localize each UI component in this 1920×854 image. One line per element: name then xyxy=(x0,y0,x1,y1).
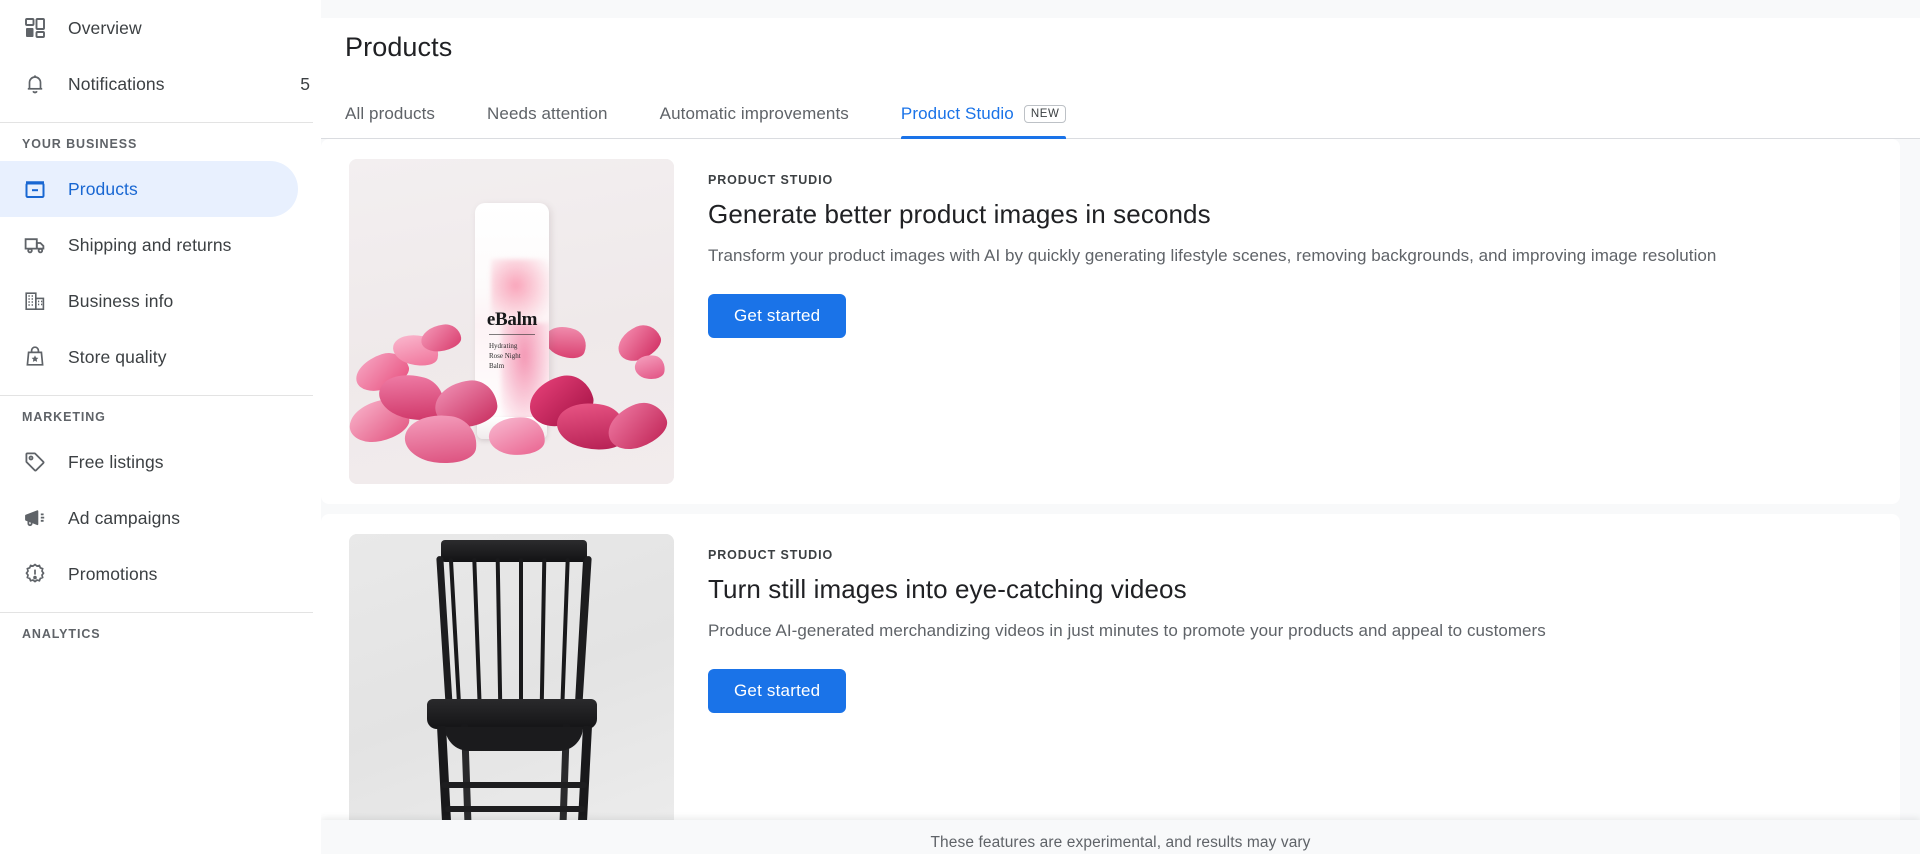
tab-label: All products xyxy=(345,104,436,124)
truck-icon xyxy=(22,232,48,258)
tab-label: Product Studio xyxy=(900,104,1014,124)
sidebar-item-label: Store quality xyxy=(68,346,167,367)
tab-label: Needs attention xyxy=(487,104,608,124)
footer-disclaimer-text: These features are experimental, and res… xyxy=(930,834,1311,851)
sidebar-section-analytics: ANALYTICS xyxy=(22,627,101,641)
sidebar-item-free-listings[interactable]: Free listings xyxy=(0,434,298,490)
sidebar-item-label: Shipping and returns xyxy=(68,234,232,255)
get-started-button[interactable]: Get started xyxy=(708,293,847,338)
app-root: Overview Notifications 5 YOUR BUSINESS P… xyxy=(0,0,1920,854)
sidebar: Overview Notifications 5 YOUR BUSINESS P… xyxy=(0,0,320,854)
tab-product-studio[interactable]: Product Studio NEW xyxy=(900,104,1067,140)
box-icon xyxy=(22,176,48,202)
sidebar-item-label: Ad campaigns xyxy=(68,507,181,528)
sidebar-divider-1 xyxy=(0,122,313,123)
card-image-black-chair xyxy=(349,534,674,854)
card-body: PRODUCT STUDIO Turn still images into ey… xyxy=(674,534,1900,713)
card-generate-product-images: eBalm Hydrating Rose Night Balm PRODUCT … xyxy=(321,139,1900,505)
main-content: Products All products Needs attention Au… xyxy=(320,0,1920,854)
card-title: Generate better product images in second… xyxy=(708,199,1211,230)
card-title: Turn still images into eye-catching vide… xyxy=(708,574,1187,605)
balm-scene: eBalm Hydrating Rose Night Balm xyxy=(349,159,674,485)
chair-seat xyxy=(427,699,597,730)
balm-sub-text: Hydrating Rose Night Balm xyxy=(489,342,521,371)
sidebar-item-label: Promotions xyxy=(68,563,158,584)
cards-scroll-region: eBalm Hydrating Rose Night Balm PRODUCT … xyxy=(321,139,1920,854)
sidebar-divider-3 xyxy=(0,612,313,613)
sidebar-item-label: Overview xyxy=(68,17,142,38)
sidebar-divider-2 xyxy=(0,395,313,396)
sidebar-item-label: Products xyxy=(68,178,138,199)
sidebar-item-business-info[interactable]: Business info xyxy=(0,273,298,329)
sidebar-item-label: Free listings xyxy=(68,451,164,472)
card-eyebrow: PRODUCT STUDIO xyxy=(708,548,834,563)
card-description: Produce AI-generated merchandizing video… xyxy=(708,621,1546,641)
dashboard-icon xyxy=(22,15,48,41)
sidebar-item-promotions[interactable]: Promotions xyxy=(0,546,298,602)
sidebar-item-products[interactable]: Products xyxy=(0,161,298,217)
chair-scene xyxy=(349,534,674,854)
bell-icon xyxy=(22,71,48,97)
card-eyebrow: PRODUCT STUDIO xyxy=(708,173,834,188)
building-icon xyxy=(22,288,48,314)
card-description: Transform your product images with AI by… xyxy=(708,246,1717,266)
tab-bar: All products Needs attention Automatic i… xyxy=(321,81,1920,140)
tab-all-products[interactable]: All products xyxy=(345,104,435,138)
sidebar-item-shipping-and-returns[interactable]: Shipping and returns xyxy=(0,217,298,273)
card-body: PRODUCT STUDIO Generate better product i… xyxy=(674,159,1900,338)
promo-burst-icon xyxy=(22,561,48,587)
tab-needs-attention[interactable]: Needs attention xyxy=(487,104,608,138)
footer-disclaimer-bar: These features are experimental, and res… xyxy=(321,820,1920,854)
sidebar-item-overview[interactable]: Overview xyxy=(0,0,298,56)
card-image-balm-tube: eBalm Hydrating Rose Night Balm xyxy=(349,159,674,485)
tag-icon xyxy=(22,449,48,475)
sidebar-item-notifications[interactable]: Notifications 5 xyxy=(0,56,310,112)
megaphone-icon xyxy=(22,505,48,531)
get-started-button[interactable]: Get started xyxy=(708,668,847,713)
tab-automatic-improvements[interactable]: Automatic improvements xyxy=(660,104,849,138)
store-star-icon xyxy=(22,344,48,370)
page-header: Products All products Needs attention Au… xyxy=(321,18,1920,140)
notifications-count: 5 xyxy=(300,73,310,94)
sidebar-section-marketing: MARKETING xyxy=(22,410,106,424)
sidebar-item-store-quality[interactable]: Store quality xyxy=(0,329,298,385)
card-turn-images-into-videos: PRODUCT STUDIO Turn still images into ey… xyxy=(321,514,1900,854)
tab-label: Automatic improvements xyxy=(659,104,849,124)
page-title: Products xyxy=(345,32,453,63)
sidebar-item-label: Business info xyxy=(68,290,174,311)
sidebar-section-your-business: YOUR BUSINESS xyxy=(22,137,138,151)
sidebar-item-ad-campaigns[interactable]: Ad campaigns xyxy=(0,490,298,546)
new-badge: NEW xyxy=(1023,104,1067,124)
balm-brand-text: eBalm xyxy=(486,309,538,331)
sidebar-item-label: Notifications xyxy=(68,73,165,94)
